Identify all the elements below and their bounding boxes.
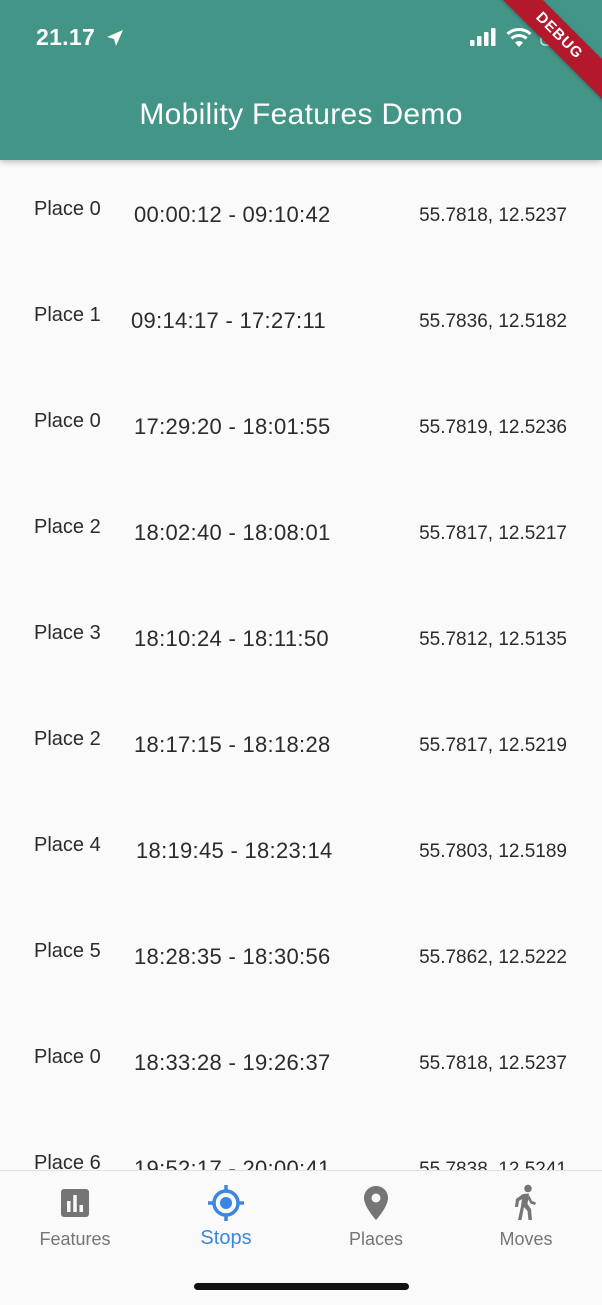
coordinates: 55.7818, 12.5237 (419, 1053, 567, 1074)
app-title: Mobility Features Demo (139, 98, 463, 131)
time-range: 18:10:24 - 18:11:50 (134, 626, 329, 651)
place-label: Place 0 (34, 198, 101, 220)
place-label: Place 3 (34, 622, 101, 644)
coordinates: 55.7803, 12.5189 (419, 841, 567, 862)
list-item[interactable]: Place 0 17:29:20 - 18:01:55 55.7819, 12.… (0, 372, 602, 478)
coordinates: 55.7812, 12.5135 (419, 629, 567, 650)
time-range: 18:28:35 - 18:30:56 (134, 944, 331, 969)
list-item[interactable]: Place 0 00:00:12 - 09:10:42 55.7818, 12.… (0, 160, 602, 266)
tab-label: Moves (499, 1229, 553, 1249)
time-range: 18:02:40 - 18:08:01 (134, 520, 331, 545)
walking-person-icon (515, 1184, 536, 1220)
list-item[interactable]: Place 2 18:17:15 - 18:18:28 55.7817, 12.… (0, 690, 602, 796)
tab-label: Places (348, 1229, 404, 1249)
list-item[interactable]: Place 5 18:28:35 - 18:30:56 55.7862, 12.… (0, 902, 602, 1008)
coordinates: 55.7819, 12.5236 (419, 417, 567, 438)
place-label: Place 1 (34, 304, 101, 326)
coordinates: 55.7862, 12.5222 (419, 947, 567, 968)
time-range: 17:29:20 - 18:01:55 (134, 414, 331, 439)
stops-list[interactable]: Place 0 00:00:12 - 09:10:42 55.7818, 12.… (0, 160, 602, 1170)
place-label: Place 6 (34, 1152, 101, 1170)
place-label: Place 2 (34, 516, 101, 538)
gps-target-icon (208, 1185, 244, 1221)
tab-stops[interactable]: Stops (151, 1185, 301, 1250)
list-item[interactable]: Place 0 18:33:28 - 19:26:37 55.7818, 12.… (0, 1008, 602, 1114)
time-range: 09:14:17 - 17:27:11 (131, 308, 326, 333)
time-range: 19:52:17 - 20:00:41 (134, 1156, 331, 1170)
tab-moves[interactable]: Moves (451, 1184, 601, 1250)
status-bar-time: 21.17 (36, 24, 124, 51)
time-range: 00:00:12 - 09:10:42 (134, 202, 331, 227)
time-range: 18:17:15 - 18:18:28 (134, 732, 331, 757)
list-item[interactable]: Place 4 18:19:45 - 18:23:14 55.7803, 12.… (0, 796, 602, 902)
cellular-signal-icon (470, 28, 496, 46)
tab-places[interactable]: Places (301, 1185, 451, 1250)
app-bar: 21.17 Mobility Features Demo (0, 0, 602, 160)
place-label: Place 0 (34, 1046, 101, 1068)
coordinates: 55.7817, 12.5219 (419, 735, 567, 756)
coordinates: 55.7838, 12.5241 (419, 1159, 567, 1170)
wifi-icon (506, 28, 532, 47)
place-label: Place 4 (34, 834, 101, 856)
list-item[interactable]: Place 1 09:14:17 - 17:27:11 55.7836, 12.… (0, 266, 602, 372)
list-item[interactable]: Place 3 18:10:24 - 18:11:50 55.7812, 12.… (0, 584, 602, 690)
place-label: Place 5 (34, 940, 101, 962)
tab-label: Features (39, 1229, 111, 1249)
list-item[interactable]: Place 6 19:52:17 - 20:00:41 55.7838, 12.… (0, 1114, 602, 1170)
map-pin-icon (364, 1186, 388, 1220)
place-label: Place 2 (34, 728, 101, 750)
coordinates: 55.7817, 12.5217 (419, 523, 567, 544)
status-time-text: 21.17 (36, 24, 96, 50)
tab-label: Stops (200, 1227, 252, 1249)
time-range: 18:33:28 - 19:26:37 (134, 1050, 331, 1075)
coordinates: 55.7818, 12.5237 (419, 205, 567, 226)
tab-features[interactable]: Features (0, 1185, 150, 1250)
place-label: Place 0 (34, 410, 101, 432)
home-indicator[interactable] (194, 1283, 409, 1290)
time-range: 18:19:45 - 18:23:14 (136, 838, 333, 863)
list-item[interactable]: Place 2 18:02:40 - 18:08:01 55.7817, 12.… (0, 478, 602, 584)
coordinates: 55.7836, 12.5182 (419, 311, 567, 332)
location-arrow-icon (106, 30, 123, 46)
bar-chart-icon (61, 1189, 89, 1217)
